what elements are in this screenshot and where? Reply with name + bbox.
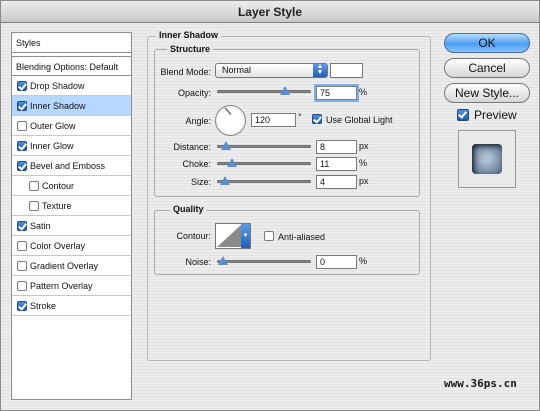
- blend-mode-select[interactable]: Normal ▲ ▼: [215, 63, 328, 78]
- style-item-drop-shadow[interactable]: Drop Shadow: [12, 76, 131, 96]
- style-item-checkbox[interactable]: [17, 101, 27, 111]
- distance-slider[interactable]: [217, 141, 311, 150]
- style-item-contour[interactable]: Contour: [12, 176, 131, 196]
- style-item-label: Gradient Overlay: [30, 261, 99, 271]
- style-item-checkbox[interactable]: [17, 81, 27, 91]
- opacity-field[interactable]: 75: [314, 84, 359, 102]
- style-item-bevel-and-emboss[interactable]: Bevel and Emboss: [12, 156, 131, 176]
- distance-unit: px: [359, 141, 369, 151]
- watermark-text: www.36ps.cn: [444, 377, 517, 390]
- choke-field[interactable]: 11: [316, 157, 357, 171]
- choke-slider-thumb[interactable]: [227, 158, 238, 167]
- style-item-checkbox[interactable]: [17, 121, 27, 131]
- cancel-button[interactable]: Cancel: [444, 58, 530, 78]
- angle-dial-needle: [224, 107, 232, 115]
- size-slider[interactable]: [217, 176, 311, 185]
- style-item-checkbox[interactable]: [17, 141, 27, 151]
- style-item-texture[interactable]: Texture: [12, 196, 131, 216]
- style-item-checkbox[interactable]: [29, 201, 39, 211]
- size-label: Size:: [190, 177, 211, 187]
- opacity-slider[interactable]: [217, 86, 311, 95]
- style-item-label: Drop Shadow: [30, 81, 85, 91]
- style-item-gradient-overlay[interactable]: Gradient Overlay: [12, 256, 131, 276]
- opacity-slider-thumb[interactable]: [279, 86, 290, 95]
- style-item-checkbox[interactable]: [17, 161, 27, 171]
- opacity-label: Opacity:: [177, 88, 211, 98]
- style-item-outer-glow[interactable]: Outer Glow: [12, 116, 131, 136]
- style-item-checkbox[interactable]: [17, 241, 27, 251]
- window-title: Layer Style: [1, 1, 539, 23]
- size-slider-thumb[interactable]: [219, 176, 230, 185]
- style-item-color-overlay[interactable]: Color Overlay: [12, 236, 131, 256]
- preview-swatch: [472, 144, 502, 174]
- structure-title: Structure: [167, 44, 214, 54]
- preview-thumbnail: [458, 130, 516, 188]
- angle-dial[interactable]: [215, 105, 246, 136]
- contour-label: Contour:: [176, 231, 211, 241]
- style-item-label: Inner Glow: [30, 141, 74, 151]
- choke-label: Choke:: [182, 159, 211, 169]
- blending-options-item[interactable]: Blending Options: Default: [12, 56, 131, 76]
- style-item-label: Stroke: [30, 301, 57, 311]
- style-item-label: Color Overlay: [30, 241, 86, 251]
- style-item-pattern-overlay[interactable]: Pattern Overlay: [12, 276, 131, 296]
- contour-picker[interactable]: ▼: [215, 223, 251, 249]
- style-item-stroke[interactable]: Stroke: [12, 296, 131, 316]
- ok-button[interactable]: OK: [444, 33, 530, 53]
- styles-list: Styles Blending Options: Default Drop Sh…: [11, 32, 132, 400]
- distance-label: Distance:: [173, 142, 211, 152]
- noise-label: Noise:: [185, 257, 211, 267]
- choke-slider[interactable]: [217, 158, 311, 167]
- style-item-inner-glow[interactable]: Inner Glow: [12, 136, 131, 156]
- noise-unit: %: [359, 256, 368, 266]
- angle-label: Angle:: [185, 116, 211, 126]
- blend-mode-label: Blend Mode:: [160, 67, 211, 77]
- styles-header[interactable]: Styles: [12, 33, 131, 53]
- style-item-label: Pattern Overlay: [30, 281, 93, 291]
- style-item-label: Bevel and Emboss: [30, 161, 106, 171]
- size-field[interactable]: 4: [316, 175, 357, 189]
- style-item-label: Contour: [42, 181, 75, 191]
- style-item-label: Outer Glow: [30, 121, 76, 131]
- quality-title: Quality: [170, 204, 207, 214]
- style-item-checkbox[interactable]: [17, 301, 27, 311]
- noise-field[interactable]: 0: [316, 255, 357, 269]
- style-item-checkbox[interactable]: [29, 181, 39, 191]
- style-item-inner-shadow[interactable]: Inner Shadow: [12, 96, 131, 116]
- choke-unit: %: [359, 158, 368, 168]
- distance-field[interactable]: 8: [316, 140, 357, 154]
- style-item-checkbox[interactable]: [17, 221, 27, 231]
- angle-field[interactable]: 120: [251, 113, 296, 127]
- panel-title: Inner Shadow: [156, 30, 222, 40]
- size-unit: px: [359, 176, 369, 186]
- preview-label: Preview: [474, 108, 517, 122]
- select-arrows-icon: ▲ ▼: [313, 63, 327, 77]
- distance-slider-thumb[interactable]: [221, 141, 232, 150]
- opacity-unit: %: [359, 87, 368, 97]
- shadow-color-swatch[interactable]: [330, 63, 363, 78]
- angle-unit: °: [298, 112, 302, 122]
- blend-mode-value: Normal: [222, 65, 252, 75]
- contour-preview-icon: [217, 225, 241, 247]
- anti-aliased-checkbox[interactable]: [264, 231, 274, 241]
- noise-slider-thumb[interactable]: [218, 256, 228, 265]
- new-style-button[interactable]: New Style...: [444, 83, 530, 103]
- use-global-light-label: Use Global Light: [326, 115, 393, 125]
- use-global-light-checkbox[interactable]: [312, 114, 322, 124]
- style-item-label: Satin: [30, 221, 51, 231]
- style-item-label: Inner Shadow: [30, 101, 86, 111]
- layer-style-dialog: Layer Style Styles Blending Options: Def…: [0, 0, 540, 411]
- style-item-label: Texture: [42, 201, 72, 211]
- style-item-checkbox[interactable]: [17, 261, 27, 271]
- style-item-satin[interactable]: Satin: [12, 216, 131, 236]
- noise-slider[interactable]: [217, 256, 311, 265]
- preview-checkbox[interactable]: [457, 109, 469, 121]
- contour-dropdown-arrow-icon: ▼: [241, 224, 250, 248]
- anti-aliased-label: Anti-aliased: [278, 232, 326, 242]
- style-item-checkbox[interactable]: [17, 281, 27, 291]
